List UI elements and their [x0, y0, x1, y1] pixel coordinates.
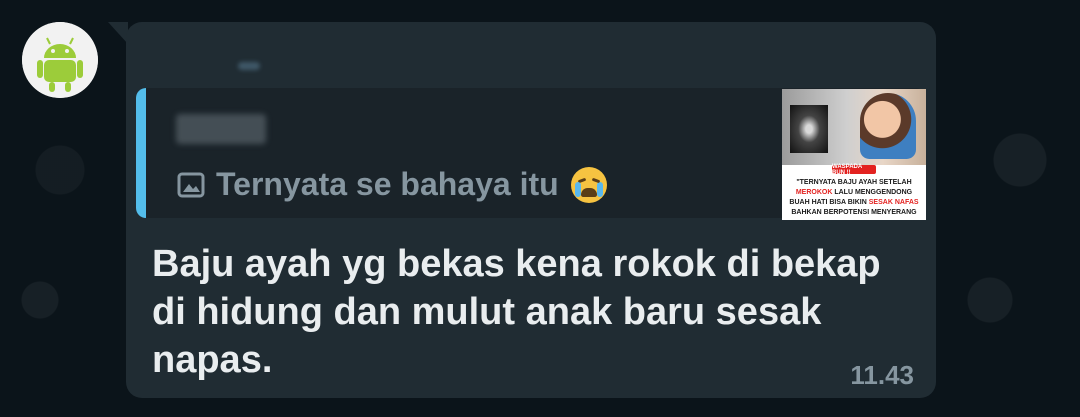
android-avatar-icon[interactable] [22, 22, 98, 98]
image-icon [177, 172, 205, 197]
thumbnail-banner: WASPADA BUN !! [832, 164, 876, 176]
child-photo [860, 93, 916, 159]
thumbnail-caption: "TERNYATA BAJU AYAH SETELAH MEROKOK LALU… [789, 179, 919, 216]
quoted-text: Ternyata se bahaya itu [216, 166, 559, 202]
quote-accent-bar [136, 88, 146, 218]
sender-name-redacted [238, 62, 260, 70]
quoted-preview: Ternyata se bahaya itu [176, 166, 607, 203]
quoted-image-thumbnail[interactable]: WASPADA BUN !! "TERNYATA BAJU AYAH SETEL… [782, 89, 926, 220]
loudly-crying-face-emoji [570, 166, 607, 203]
quoted-author-redacted [176, 114, 266, 144]
thumbnail-photo [782, 89, 926, 165]
message-timestamp: 11.43 [850, 360, 914, 390]
xray-image [790, 105, 828, 153]
bubble-tail [108, 22, 128, 44]
message-text: Baju ayah yg bekas kena rokok di bekap d… [152, 243, 881, 381]
